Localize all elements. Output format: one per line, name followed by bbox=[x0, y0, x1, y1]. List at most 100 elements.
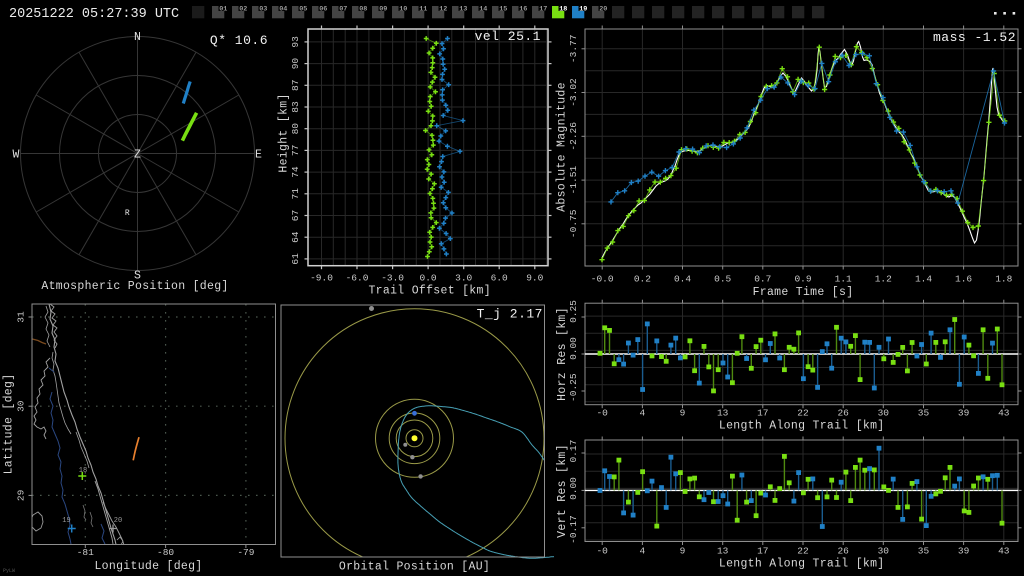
svg-text:13: 13 bbox=[717, 408, 729, 419]
svg-text:80: 80 bbox=[290, 123, 301, 135]
svg-text:64: 64 bbox=[290, 231, 301, 243]
svg-text:17: 17 bbox=[757, 408, 768, 419]
svg-text:31: 31 bbox=[16, 311, 27, 323]
svg-text:18: 18 bbox=[559, 5, 567, 13]
svg-text:12: 12 bbox=[439, 5, 447, 13]
svg-text:Q* 10.6: Q* 10.6 bbox=[210, 33, 268, 48]
svg-text:0.25: 0.25 bbox=[568, 300, 579, 323]
svg-text:vel 25.1: vel 25.1 bbox=[475, 29, 541, 44]
svg-text:03: 03 bbox=[259, 5, 267, 13]
svg-text:26: 26 bbox=[837, 546, 849, 557]
svg-text:29: 29 bbox=[16, 489, 27, 501]
svg-text:0.0: 0.0 bbox=[420, 273, 437, 284]
svg-text:Z: Z bbox=[134, 149, 141, 162]
svg-text:04: 04 bbox=[279, 5, 287, 13]
svg-text:-0.75: -0.75 bbox=[568, 209, 579, 238]
svg-text:13: 13 bbox=[459, 5, 467, 13]
svg-text:05: 05 bbox=[299, 5, 307, 13]
svg-text:3.0: 3.0 bbox=[455, 273, 472, 284]
svg-text:19: 19 bbox=[579, 5, 587, 13]
svg-text:11: 11 bbox=[419, 5, 427, 13]
svg-text:-0: -0 bbox=[596, 546, 608, 557]
svg-text:10: 10 bbox=[399, 5, 407, 13]
svg-text:93: 93 bbox=[290, 36, 301, 48]
svg-text:Length Along Trail [km]: Length Along Trail [km] bbox=[719, 558, 885, 571]
svg-text:4: 4 bbox=[640, 408, 646, 419]
svg-text:Atmospheric Position [deg]: Atmospheric Position [deg] bbox=[41, 280, 228, 293]
svg-text:71: 71 bbox=[290, 188, 301, 200]
svg-text:09: 09 bbox=[379, 5, 387, 13]
svg-text:08: 08 bbox=[359, 5, 367, 13]
svg-text:43: 43 bbox=[998, 546, 1010, 557]
svg-text:Latitude [deg]: Latitude [deg] bbox=[3, 374, 16, 475]
svg-text:07: 07 bbox=[339, 5, 347, 13]
svg-text:W: W bbox=[13, 149, 20, 162]
svg-text:77: 77 bbox=[290, 145, 301, 156]
svg-text:19: 19 bbox=[62, 517, 70, 525]
svg-text:0.00: 0.00 bbox=[568, 337, 579, 360]
svg-text:Orbital Position [AU]: Orbital Position [AU] bbox=[339, 561, 490, 574]
svg-text:-9.0: -9.0 bbox=[310, 273, 333, 284]
svg-text:0.9: 0.9 bbox=[794, 273, 811, 284]
svg-text:9.0: 9.0 bbox=[526, 273, 543, 284]
svg-text:17: 17 bbox=[757, 546, 768, 557]
svg-text:-2.26: -2.26 bbox=[568, 122, 579, 151]
svg-text:Frame Time [s]: Frame Time [s] bbox=[753, 286, 854, 299]
svg-text:1.8: 1.8 bbox=[995, 273, 1012, 284]
svg-text:35: 35 bbox=[918, 546, 930, 557]
svg-text:17: 17 bbox=[539, 5, 547, 13]
svg-text:-3.02: -3.02 bbox=[568, 78, 579, 107]
svg-text:02: 02 bbox=[239, 5, 247, 13]
svg-text:9: 9 bbox=[680, 546, 686, 557]
svg-text:67: 67 bbox=[290, 210, 301, 221]
svg-text:13: 13 bbox=[717, 546, 729, 557]
svg-text:30: 30 bbox=[878, 408, 890, 419]
svg-text:R: R bbox=[125, 209, 130, 218]
svg-text:20251222 05:27:39 UTC: 20251222 05:27:39 UTC bbox=[9, 7, 179, 22]
svg-text:-0.25: -0.25 bbox=[568, 373, 579, 402]
svg-text:26: 26 bbox=[837, 408, 849, 419]
svg-text:PyLW: PyLW bbox=[3, 568, 15, 574]
svg-text:87: 87 bbox=[290, 80, 301, 91]
svg-text:22: 22 bbox=[797, 546, 809, 557]
svg-text:43: 43 bbox=[998, 408, 1010, 419]
svg-text:E: E bbox=[255, 149, 262, 162]
svg-text:15: 15 bbox=[499, 5, 507, 13]
svg-text:30: 30 bbox=[878, 546, 890, 557]
svg-text:1.6: 1.6 bbox=[955, 273, 972, 284]
svg-text:0.2: 0.2 bbox=[634, 273, 651, 284]
svg-text:16: 16 bbox=[519, 5, 527, 13]
svg-text:9: 9 bbox=[680, 408, 686, 419]
svg-text:0.5: 0.5 bbox=[714, 273, 731, 284]
svg-text:61: 61 bbox=[290, 253, 301, 265]
svg-text:6.0: 6.0 bbox=[491, 273, 508, 284]
svg-text:-79: -79 bbox=[237, 547, 254, 558]
svg-text:35: 35 bbox=[918, 408, 930, 419]
svg-text:14: 14 bbox=[479, 5, 487, 13]
svg-text:0.17: 0.17 bbox=[568, 440, 579, 463]
svg-text:22: 22 bbox=[797, 408, 809, 419]
svg-text:-0.0: -0.0 bbox=[591, 273, 614, 284]
svg-text:Absolute Magnitude: Absolute Magnitude bbox=[556, 82, 569, 212]
svg-text:N: N bbox=[134, 31, 141, 44]
svg-text:1.2: 1.2 bbox=[875, 273, 892, 284]
svg-text:-80: -80 bbox=[157, 547, 174, 558]
svg-text:mass -1.52: mass -1.52 bbox=[933, 30, 1016, 45]
svg-text:Length Along Trail [km]: Length Along Trail [km] bbox=[719, 420, 885, 433]
svg-text:Horz Res [km]: Horz Res [km] bbox=[556, 307, 569, 401]
svg-text:06: 06 bbox=[319, 5, 327, 13]
svg-text:39: 39 bbox=[958, 408, 970, 419]
svg-text:74: 74 bbox=[290, 166, 301, 178]
svg-text:-3.77: -3.77 bbox=[568, 35, 579, 64]
svg-text:20: 20 bbox=[599, 5, 607, 13]
svg-text:T_j 2.17: T_j 2.17 bbox=[477, 307, 543, 322]
svg-text:0.4: 0.4 bbox=[674, 273, 691, 284]
svg-text:0.00: 0.00 bbox=[568, 477, 579, 500]
svg-text:4: 4 bbox=[640, 546, 646, 557]
svg-text:30: 30 bbox=[16, 400, 27, 412]
svg-text:Longitude [deg]: Longitude [deg] bbox=[94, 560, 202, 573]
svg-text:Height [km]: Height [km] bbox=[278, 93, 291, 172]
svg-text:Trail Offset [km]: Trail Offset [km] bbox=[368, 285, 490, 298]
svg-text:Vert Res [km]: Vert Res [km] bbox=[556, 444, 569, 538]
svg-text:1.4: 1.4 bbox=[915, 273, 932, 284]
